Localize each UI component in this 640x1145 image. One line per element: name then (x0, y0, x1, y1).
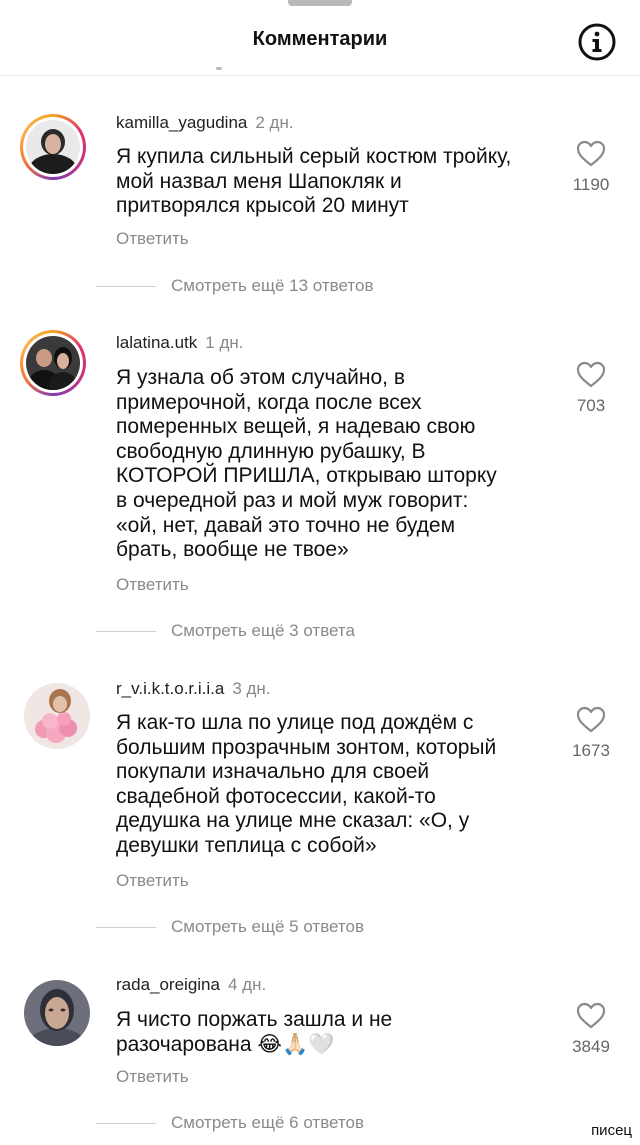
divider-line (96, 927, 156, 928)
comment-text-line: Я как-то шла по улице под дождём с (116, 711, 474, 734)
like-button[interactable]: 703 (564, 361, 618, 416)
comment-meta: r_v.i.k.t.o.r.i.i.a 3 дн. (116, 679, 271, 699)
comment-text-line: КОТОРОЙ ПРИШЛА, открываю шторку (116, 464, 497, 488)
comment-meta: lalatina.utk 1 дн. (116, 333, 244, 353)
comment-username[interactable]: kamilla_yagudina (116, 113, 247, 132)
comment-text-line: в очередной раз и мой муж говорит: (116, 488, 469, 512)
scroll-indicator (216, 67, 222, 70)
comment-text-line: притворялся крысой 20 минут (116, 194, 409, 218)
comment-time: 3 дн. (232, 679, 271, 698)
watermark: писец (591, 1122, 632, 1139)
divider-line (96, 1123, 156, 1124)
comment-username[interactable]: lalatina.utk (116, 333, 197, 352)
avatar[interactable] (20, 330, 86, 396)
comment-text: Я чисто поржать зашла и не разочарована … (116, 1008, 546, 1057)
comment-text-line: дедушка на улице мне сказал: «О, у (116, 809, 470, 833)
avatar-photo (26, 336, 80, 390)
page-title: Комментарии (252, 28, 388, 50)
heart-icon (576, 706, 606, 733)
view-more-replies-label: Смотреть ещё 3 ответа (171, 621, 355, 640)
like-count: 1673 (572, 741, 610, 760)
like-count: 1190 (572, 175, 610, 194)
comment-text-line: Я купила сильный серый костюм тройку, (116, 145, 512, 168)
avatar-photo (24, 980, 90, 1046)
heart-icon (576, 140, 606, 167)
avatar-photo (24, 683, 90, 749)
comment-username[interactable]: r_v.i.k.t.o.r.i.i.a (116, 679, 224, 698)
comment-time: 1 дн. (205, 333, 244, 352)
avatar[interactable] (24, 683, 90, 749)
comment-text: Я как-то шла по улице под дождём с больш… (116, 711, 546, 859)
comment-text-line: покупали изначально для своей (116, 760, 430, 784)
reply-button[interactable]: Ответить (116, 871, 189, 891)
comment-text-line: померенных вещей, я надеваю свою (116, 415, 476, 439)
avatar[interactable] (24, 980, 90, 1046)
comment-text-line: Я узнала об этом случайно, в (116, 366, 406, 389)
comment-text-line: свадебной фотосессии, какой-то (116, 784, 436, 808)
view-more-replies-label: Смотреть ещё 5 ответов (171, 917, 365, 936)
comment-time: 2 дн. (255, 113, 294, 132)
comment-meta: kamilla_yagudina 2 дн. (116, 113, 294, 133)
comments-header: Комментарии (0, 0, 640, 76)
comment-text-line: разочарована 😂🙏🏻🤍 (116, 1032, 335, 1056)
comment-text-line: «ой, нет, давай это точно не будем (116, 513, 456, 537)
comment-text-line: свободную длинную рубашку, В (116, 439, 426, 463)
comment-text-line: большим прозрачным зонтом, который (116, 735, 497, 759)
comment-text-line: брать, вообще не твое» (116, 538, 349, 562)
comment-text-line: Я чисто поржать зашла и не (116, 1008, 393, 1031)
like-count: 703 (576, 396, 606, 415)
like-button[interactable]: 1673 (564, 706, 618, 761)
view-more-replies-label: Смотреть ещё 13 ответов (171, 276, 374, 295)
avatar-photo (26, 120, 80, 174)
comment-text: Я купила сильный серый костюм тройку, мо… (116, 145, 546, 219)
comment-time: 4 дн. (227, 975, 267, 994)
comment-text-line: девушки теплица с собой» (116, 833, 377, 857)
reply-button[interactable]: Ответить (116, 1067, 189, 1087)
comment-text: Я узнала об этом случайно, в примерочной… (116, 366, 546, 563)
comment-meta: rada_oreigina 4 дн. (116, 975, 266, 995)
reply-button[interactable]: Ответить (116, 575, 189, 595)
reply-button[interactable]: Ответить (116, 229, 189, 249)
like-button[interactable]: 3849 (564, 1002, 618, 1057)
divider-line (96, 286, 156, 287)
view-more-replies-label: Смотреть ещё 6 ответов (171, 1113, 365, 1132)
comment-text-line: примерочной, когда после всех (116, 390, 422, 414)
comment-text-line: мой назвал меня Шапокляк и (116, 169, 402, 193)
divider-line (96, 631, 156, 632)
heart-icon (576, 361, 606, 388)
like-count: 3849 (572, 1037, 610, 1056)
avatar[interactable] (20, 114, 86, 180)
comment-username[interactable]: rada_oreigina (116, 975, 220, 994)
info-circle-icon[interactable] (577, 22, 617, 62)
like-button[interactable]: 1190 (564, 140, 618, 195)
heart-icon (576, 1002, 606, 1029)
